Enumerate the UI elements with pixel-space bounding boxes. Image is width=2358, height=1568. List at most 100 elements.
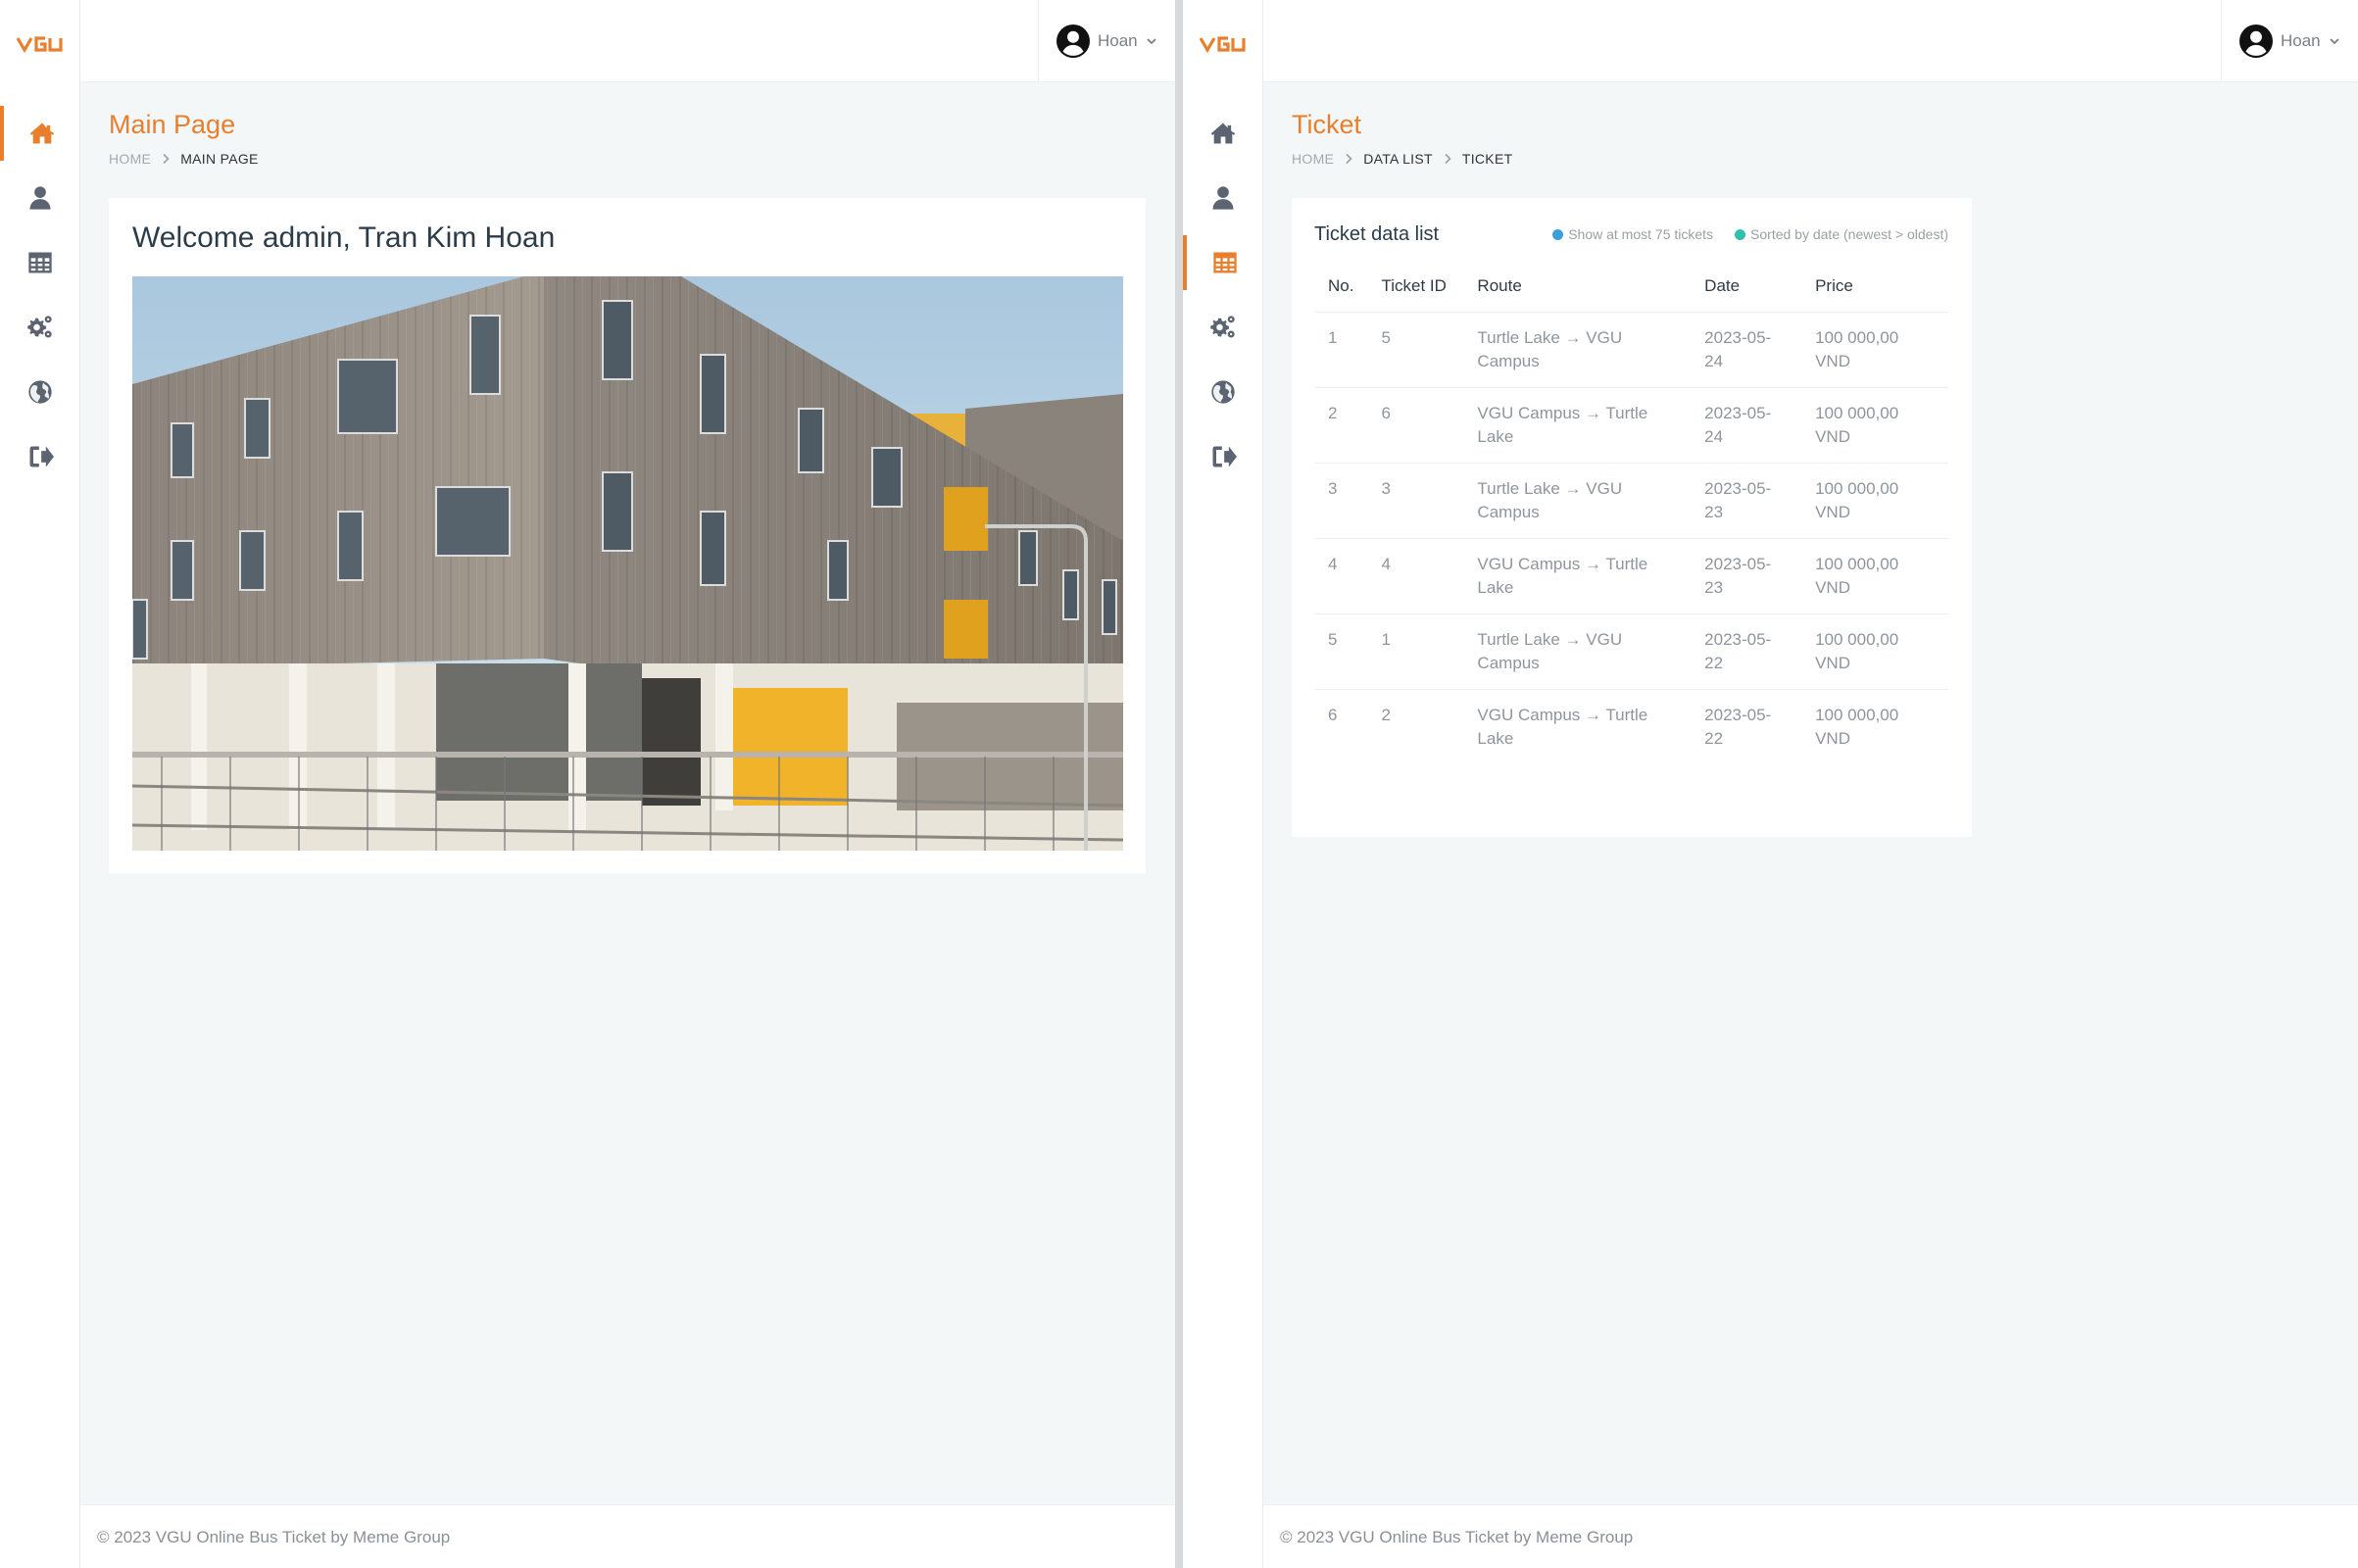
table-row: 6 2 VGU Campus → Turtle Lake 2023-05-22 … — [1314, 690, 1948, 765]
table-row: 1 5 Turtle Lake → VGU Campus 2023-05-24 … — [1314, 312, 1948, 388]
breadcrumb-current: MAIN PAGE — [180, 151, 259, 167]
sidebar — [0, 0, 80, 1568]
ticket-panel: Hoan Ticket HOME DATA LIST TICKET Ticket… — [1183, 0, 2358, 1568]
cell-date: 2023-05-23 — [1691, 463, 1802, 539]
breadcrumb-data-list[interactable]: DATA LIST — [1363, 151, 1433, 167]
sign-out-icon — [26, 443, 54, 470]
legend-item-sort: Sorted by date (newest > oldest) — [1735, 226, 1948, 242]
cell-price: 100 000,00 VND — [1801, 538, 1948, 614]
col-no: No. — [1314, 270, 1368, 313]
col-route: Route — [1463, 270, 1692, 313]
vgu-logo-icon — [1199, 36, 1246, 54]
welcome-card: Welcome admin, Tran Kim Hoan — [109, 198, 1146, 873]
card-header: Ticket data list Show at most 75 tickets… — [1314, 221, 1948, 247]
cell-route: VGU Campus → Turtle Lake — [1463, 538, 1692, 614]
topbar: Hoan — [1263, 0, 2358, 82]
chevron-right-icon — [1344, 153, 1353, 165]
sidebar — [1183, 0, 1263, 1568]
col-date: Date — [1691, 270, 1802, 313]
breadcrumb: HOME DATA LIST TICKET — [1292, 151, 1512, 167]
cell-ticket-id: 4 — [1367, 538, 1464, 614]
user-name: Hoan — [2281, 31, 2321, 50]
table-icon — [1211, 249, 1239, 276]
nav-settings[interactable] — [1183, 300, 1263, 355]
ticket-table: No. Ticket ID Route Date Price 1 5 Turtl… — [1314, 270, 1948, 764]
chevron-down-icon — [2329, 35, 2340, 47]
cell-price: 100 000,00 VND — [1801, 312, 1948, 388]
cell-date: 2023-05-22 — [1704, 706, 1772, 748]
legend-item-limit: Show at most 75 tickets — [1552, 226, 1713, 242]
home-icon — [1209, 120, 1237, 147]
teal-dot-icon — [1735, 229, 1746, 240]
footer: © 2023 VGU Online Bus Ticket by Meme Gro… — [1263, 1504, 2358, 1568]
user-icon — [26, 184, 54, 212]
cell-date: 2023-05-24 — [1691, 387, 1802, 464]
nav-logout[interactable] — [1183, 429, 1263, 484]
breadcrumb-home[interactable]: HOME — [109, 151, 151, 167]
cell-ticket-id: 5 — [1367, 312, 1464, 388]
welcome-heading: Welcome admin, Tran Kim Hoan — [132, 221, 556, 254]
nav-settings[interactable] — [0, 300, 80, 355]
cell-date: 2023-05-23 — [1691, 538, 1802, 614]
nav-data-list[interactable] — [0, 235, 80, 290]
chevron-right-icon — [1443, 153, 1452, 165]
cell-no: 1 — [1314, 312, 1368, 388]
cell-route: VGU Campus → Turtle Lake — [1463, 387, 1692, 464]
cell-no: 3 — [1314, 463, 1368, 539]
table-row: 3 3 Turtle Lake → VGU Campus 2023-05-23 … — [1314, 463, 1948, 539]
nav-data-list[interactable] — [1183, 235, 1263, 290]
vgu-logo[interactable] — [16, 33, 65, 55]
cell-route: Turtle Lake → VGU Campus — [1463, 312, 1692, 388]
cell-date: 2023-05-22 — [1691, 613, 1802, 690]
breadcrumb-current: TICKET — [1461, 151, 1513, 167]
user-menu[interactable]: Hoan — [2221, 0, 2358, 82]
nav-globe[interactable] — [1183, 365, 1263, 419]
vgu-logo[interactable] — [1199, 33, 1248, 55]
ticket-card: Ticket data list Show at most 75 tickets… — [1292, 198, 1972, 837]
page-title: Main Page — [109, 110, 236, 139]
cell-no: 5 — [1314, 613, 1368, 690]
nav-home[interactable] — [1183, 106, 1263, 161]
table-row: 5 1 Turtle Lake → VGU Campus 2023-05-22 … — [1314, 613, 1948, 690]
breadcrumb: HOME MAIN PAGE — [109, 151, 259, 167]
cell-no: 2 — [1314, 387, 1368, 464]
table-icon — [26, 249, 54, 276]
nav-globe[interactable] — [0, 365, 80, 419]
footer: © 2023 VGU Online Bus Ticket by Meme Gro… — [80, 1504, 1175, 1568]
vgu-logo-icon — [16, 36, 63, 54]
nav-logout[interactable] — [0, 429, 80, 484]
chevron-right-icon — [161, 153, 171, 165]
globe-icon — [1209, 378, 1237, 406]
legend: Show at most 75 tickets Sorted by date (… — [1552, 226, 1948, 242]
cell-ticket-id: 6 — [1367, 387, 1464, 464]
legend-label: Sorted by date (newest > oldest) — [1750, 226, 1948, 242]
cell-price: 100 000,00 VND — [1801, 463, 1948, 539]
nav-home[interactable] — [0, 106, 80, 161]
nav-user[interactable] — [0, 171, 80, 225]
user-name: Hoan — [1098, 31, 1138, 50]
footer-copyright: © 2023 VGU Online Bus Ticket by Meme Gro… — [97, 1528, 451, 1546]
breadcrumb-home[interactable]: HOME — [1292, 151, 1334, 167]
gears-icon — [1209, 314, 1237, 341]
cell-date: 2023-05-24 — [1691, 312, 1802, 388]
cell-no: 6 — [1328, 706, 1338, 724]
table-row: 2 6 VGU Campus → Turtle Lake 2023-05-24 … — [1314, 387, 1948, 464]
cell-price: 100 000,00 VND — [1801, 613, 1948, 690]
avatar-icon — [2239, 24, 2273, 58]
home-icon — [28, 120, 56, 147]
col-ticket-id: Ticket ID — [1367, 270, 1464, 313]
avatar-icon — [1056, 24, 1090, 58]
page-title: Ticket — [1292, 110, 1362, 139]
cell-price: 100 000,00 VND — [1801, 387, 1948, 464]
globe-icon — [26, 378, 54, 406]
blue-dot-icon — [1552, 229, 1564, 240]
user-menu[interactable]: Hoan — [1038, 0, 1175, 82]
col-price: Price — [1801, 270, 1948, 313]
gears-icon — [26, 314, 54, 341]
topbar: Hoan — [80, 0, 1175, 82]
cell-no: 4 — [1314, 538, 1368, 614]
nav-user[interactable] — [1183, 171, 1263, 225]
campus-building-photo — [132, 276, 1123, 851]
cell-route: Turtle Lake → VGU Campus — [1463, 613, 1692, 690]
main-page-panel: Hoan Main Page HOME MAIN PAGE Welcome ad… — [0, 0, 1175, 1568]
